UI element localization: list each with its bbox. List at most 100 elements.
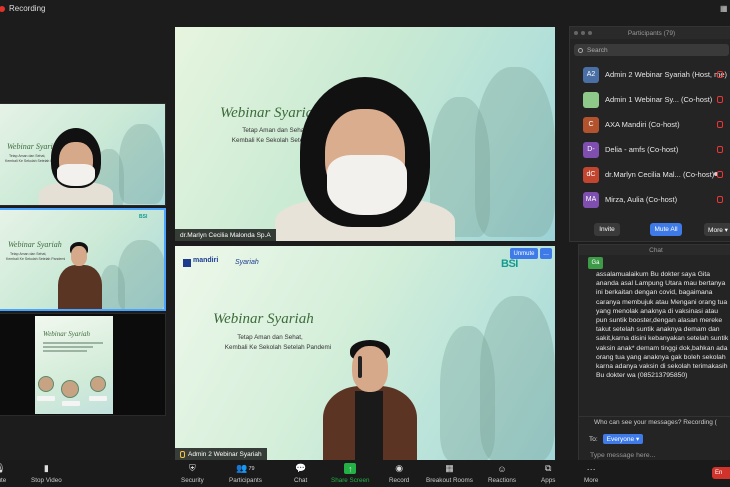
recording-indicator[interactable]: Recording xyxy=(0,4,45,13)
chat-button[interactable]: 💬 Chat xyxy=(294,463,307,484)
security-button[interactable]: ⛨ Security xyxy=(181,463,204,484)
reactions-button[interactable]: ☺ Reactions xyxy=(488,463,516,485)
avatar xyxy=(583,91,599,108)
participant-row[interactable]: A2 Admin 2 Webinar Syariah (Host, me) xyxy=(570,62,730,87)
participant-role: (Co-host) xyxy=(682,170,715,179)
invite-button[interactable]: Invite xyxy=(594,223,620,236)
participants-button[interactable]: 👥 79 Participants xyxy=(229,463,262,484)
meeting-toolbar: 🎙 nute ▮ Stop Video ⛨ Security 👥79 Parti… xyxy=(0,460,730,487)
participant-row[interactable]: D- Delia - amfs (Co-host) xyxy=(570,137,730,162)
share-screen-button[interactable]: ↑ Share Screen xyxy=(331,463,370,484)
mic-muted-icon[interactable] xyxy=(717,146,723,153)
participants-panel: Participants (79) Search A2 Admin 2 Webi… xyxy=(569,26,730,242)
grid-icon: ▦ xyxy=(445,463,454,473)
participant-row[interactable]: Admin 1 Webinar Sy... (Co-host) xyxy=(570,87,730,112)
poster-title: Webinar Syariah xyxy=(43,330,90,338)
people-icon: 👥 79 xyxy=(236,463,255,473)
participant-name: Delia - amfs xyxy=(605,145,646,154)
recording-label: Recording xyxy=(9,4,46,13)
background-figure xyxy=(480,296,555,460)
tile-subtitle: Tetap Aman dan Sehat, xyxy=(10,252,47,256)
to-label: To: xyxy=(589,435,598,443)
window-controls[interactable] xyxy=(574,31,592,35)
participants-actions: Invite Mute All More ▾ xyxy=(570,223,730,237)
participant-name-label: Admin 2 Webinar Syariah xyxy=(175,448,267,460)
speaker-caption xyxy=(89,396,107,401)
mic-muted-icon xyxy=(180,450,185,458)
mic-muted-icon[interactable] xyxy=(717,71,723,78)
participant-row[interactable]: C AXA Mandiri (Co-host) xyxy=(570,112,730,137)
participant-name: Mirza, Aulia xyxy=(605,195,644,204)
background-figure xyxy=(100,265,125,309)
poster-image: Webinar Syariah xyxy=(35,316,113,414)
bsi-logo: BSI xyxy=(501,258,518,270)
mic-muted-icon[interactable] xyxy=(717,96,723,103)
unmute-toolbar-button[interactable]: 🎙 nute xyxy=(0,463,6,484)
participant-name: dr.Marlyn Cecilia Mal... xyxy=(605,170,681,179)
video-tile-speaker[interactable]: Webinar Syariah Tetap Aman dan Sehat, Ke… xyxy=(0,103,166,206)
video-more-button[interactable]: ... xyxy=(540,248,552,259)
name: Admin 2 Webinar Syariah xyxy=(188,450,262,458)
chat-input[interactable]: Type message here... xyxy=(590,452,655,459)
speaker-photo xyxy=(61,380,79,398)
participant-list: A2 Admin 2 Webinar Syariah (Host, me) Ad… xyxy=(570,62,730,212)
main-video-speaker[interactable]: Webinar Syariah Tetap Aman dan Sehat, Ke… xyxy=(175,27,555,241)
end-meeting-button[interactable]: En xyxy=(712,467,730,479)
recipient-select[interactable]: Everyone ▾ xyxy=(602,434,644,444)
avatar: A2 xyxy=(583,66,599,83)
participant-role: (Co-host) xyxy=(647,145,679,154)
chat-visibility-notice[interactable]: Who can see your messages? Recording ( xyxy=(579,416,730,428)
background-figure xyxy=(475,67,555,237)
video-tile-host[interactable]: BSI Webinar Syariah Tetap Aman dan Sehat… xyxy=(0,208,166,311)
speaker-photo xyxy=(38,376,54,392)
stop-video-button[interactable]: ▮ Stop Video xyxy=(31,463,62,484)
apps-icon: ⧉ xyxy=(544,463,552,473)
participants-header: Participants (79) xyxy=(570,27,730,39)
record-button[interactable]: ◉ Record xyxy=(389,463,409,484)
participant-row[interactable]: dC dr.Marlyn Cecilia Mal... (Co-host) xyxy=(570,162,730,187)
background-figure xyxy=(119,124,164,204)
speaker-photo xyxy=(90,376,106,392)
participant-name: AXA Mandiri xyxy=(605,120,647,129)
name: dr.Marlyn Cecilia Malonda Sp.A xyxy=(180,231,271,239)
webinar-title: Webinar Syariah xyxy=(213,311,314,327)
record-icon: ◉ xyxy=(395,463,404,473)
speaker-caption xyxy=(37,396,55,401)
apps-button[interactable]: ⧉ Apps xyxy=(541,463,555,484)
main-video-host[interactable]: mandiri Syariah BSI Webinar Syariah Teta… xyxy=(175,246,555,460)
camera-icon: ▮ xyxy=(43,463,49,473)
avatar: D- xyxy=(583,141,599,158)
sender-avatar: Ga xyxy=(588,257,603,269)
view-grid-icon[interactable]: ▦ xyxy=(720,4,730,14)
chat-header: Chat xyxy=(579,245,730,255)
share-icon: ↑ xyxy=(344,463,357,474)
participants-more-button[interactable]: More ▾ xyxy=(704,223,730,236)
axa-logo-icon xyxy=(183,259,191,267)
record-dot-icon xyxy=(0,5,5,12)
participant-role: (Co-host) xyxy=(645,195,678,204)
participant-name-label: dr.Marlyn Cecilia Malonda Sp.A xyxy=(175,229,276,241)
participant-row[interactable]: MA Mirza, Aulia (Co-host) xyxy=(570,187,730,212)
avatar: MA xyxy=(583,191,599,208)
top-bar: Recording ▦ xyxy=(0,0,730,20)
chat-panel: Chat Ga assalamualaikum Bu dokter saya G… xyxy=(578,244,730,472)
mic-muted-icon[interactable] xyxy=(717,121,723,128)
participant-name: Admin 2 Webinar Syariah xyxy=(605,70,690,79)
more-button[interactable]: ··· More xyxy=(584,463,598,485)
speaker-caption xyxy=(62,401,80,406)
participant-role: (Co-host) xyxy=(648,120,680,129)
shield-icon: ⛨ xyxy=(188,463,196,473)
mic-muted-icon[interactable] xyxy=(717,196,723,203)
avatar: C xyxy=(583,116,599,133)
mute-all-button[interactable]: Mute All xyxy=(650,223,682,236)
unmute-button[interactable]: Unmute xyxy=(510,248,538,259)
chat-recipient-row: To: Everyone ▾ xyxy=(589,434,644,444)
search-input[interactable]: Search xyxy=(574,44,729,56)
background-figure xyxy=(118,240,164,309)
participant-name: Admin 1 Webinar Sy... xyxy=(605,95,679,104)
avatar: dC xyxy=(583,166,599,183)
dots-icon: ··· xyxy=(586,463,596,474)
mic-muted-icon[interactable] xyxy=(717,171,723,178)
breakout-rooms-button[interactable]: ▦ Breakout Rooms xyxy=(426,463,473,484)
video-tile-shared-poster[interactable]: Webinar Syariah xyxy=(0,313,166,416)
